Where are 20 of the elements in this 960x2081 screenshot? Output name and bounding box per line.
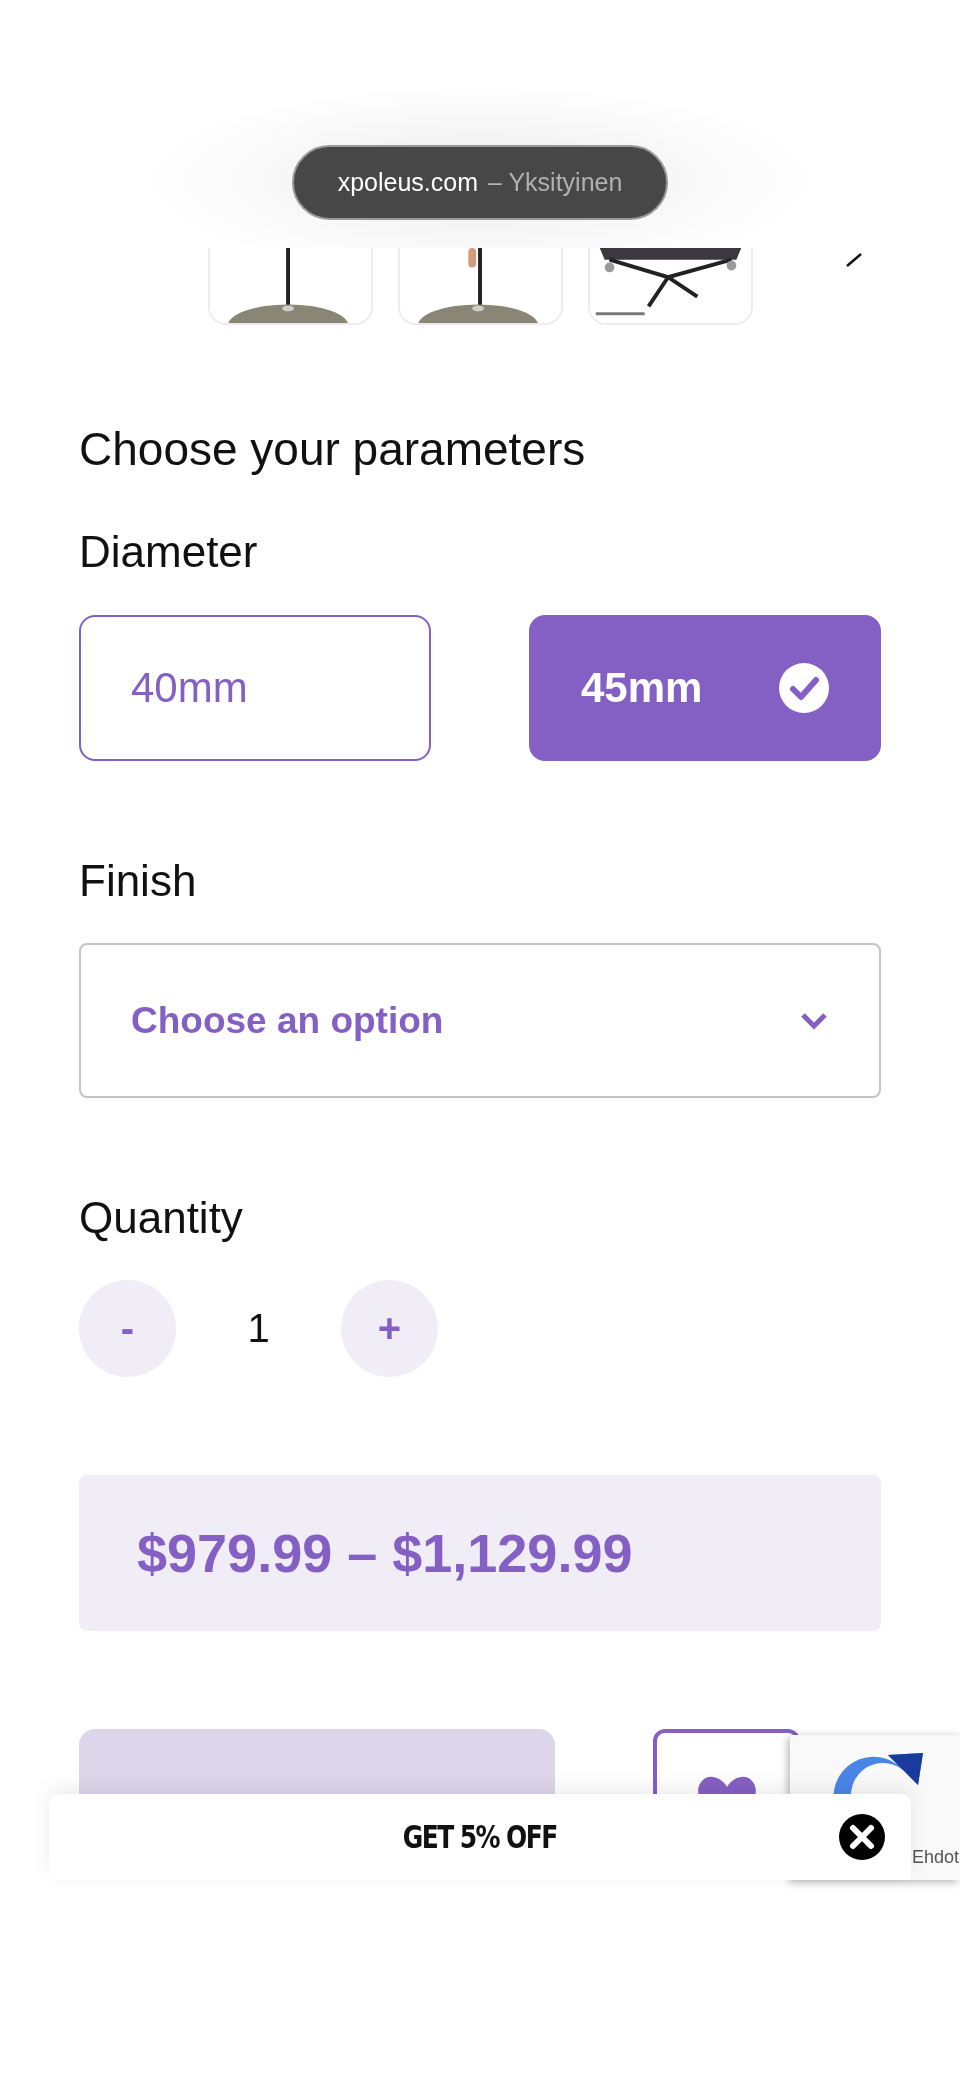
quantity-label: Quantity (79, 1192, 244, 1244)
diameter-label: Diameter (79, 526, 259, 578)
close-icon[interactable] (839, 1814, 885, 1860)
check-icon (779, 663, 829, 713)
domain-text: xpoleus.com (337, 168, 478, 197)
terms-link[interactable]: Ehdot (912, 1847, 960, 1868)
quantity-value: 1 (246, 1306, 271, 1351)
url-bar[interactable]: xpoleus.com – Yksityinen (291, 145, 669, 220)
decrease-button[interactable]: - (79, 1280, 176, 1377)
diameter-option[interactable]: 45mm (529, 615, 881, 761)
finish-select[interactable]: Choose an option (79, 943, 881, 1098)
price-range: $979.99 – $1,129.99 (79, 1475, 881, 1631)
popup-title: GET 5% OFF (402, 1818, 557, 1856)
diameter-option[interactable]: 40mm (79, 615, 431, 761)
section-title: Choose your parameters (79, 422, 587, 477)
chevron-down-icon (799, 1010, 829, 1031)
increase-button[interactable]: + (341, 1280, 438, 1377)
discount-popup[interactable]: GET 5% OFF (49, 1794, 911, 1880)
private-mode-label: – Yksityinen (488, 168, 623, 197)
finish-label: Finish (79, 855, 198, 907)
